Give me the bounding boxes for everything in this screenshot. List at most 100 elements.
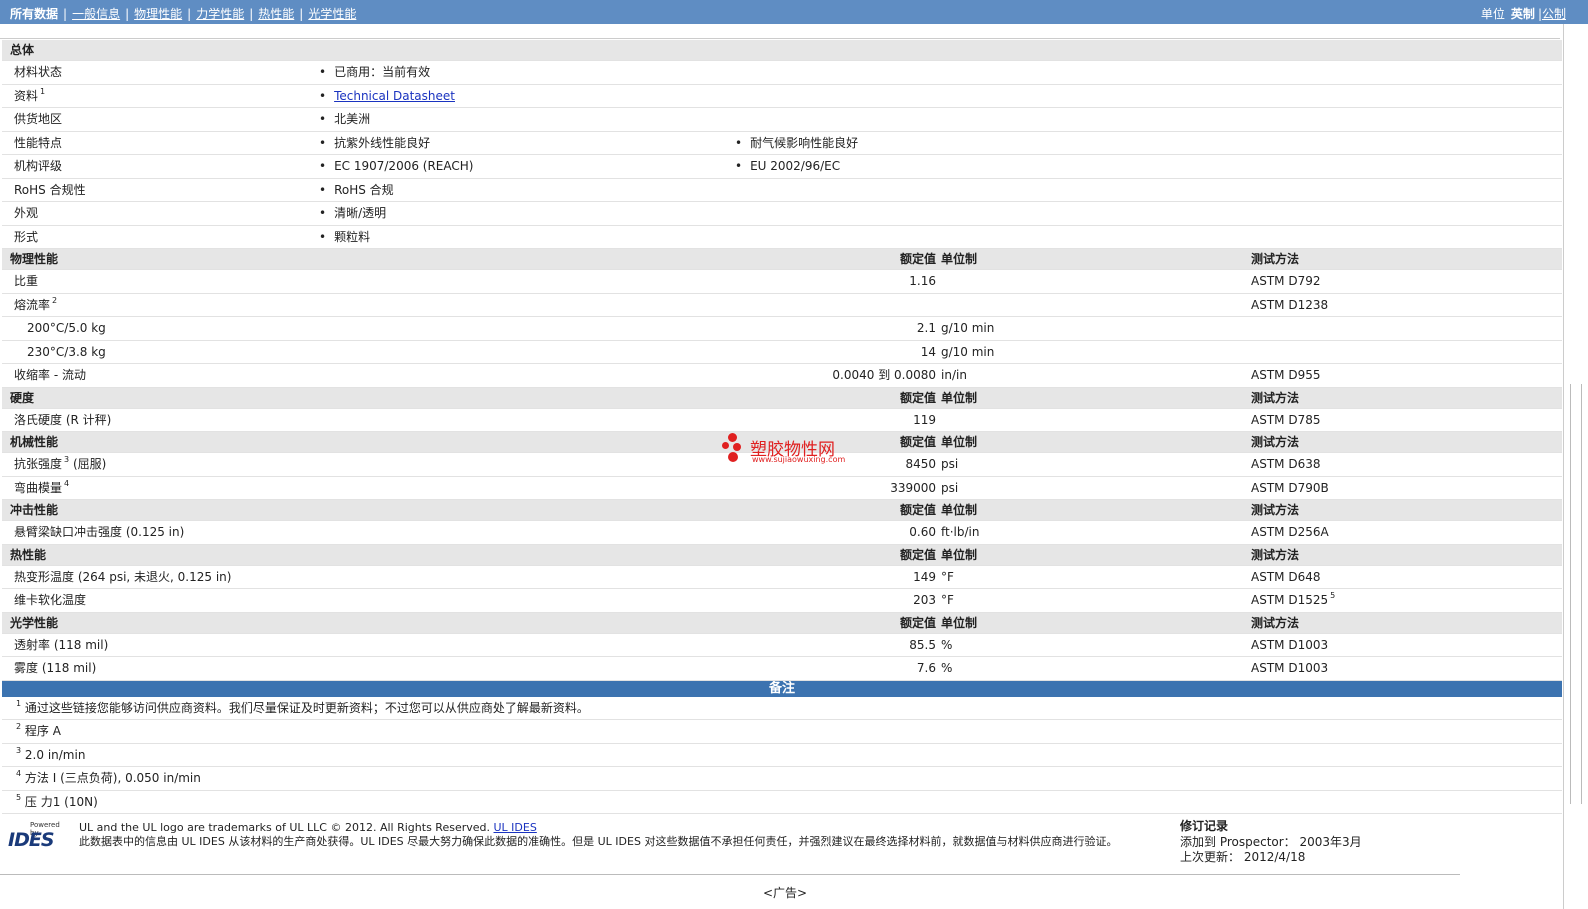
- row-value: • Technical Datasheet: [319, 85, 455, 107]
- tab-separator: |: [63, 7, 68, 21]
- table-row: 性能特点 • 抗紫外线性能良好 • 耐气候影响性能良好: [2, 132, 1562, 155]
- scrollbar-thumb[interactable]: [1570, 384, 1582, 804]
- label-text: 弯曲模量: [14, 480, 63, 495]
- row-value: 0.60: [909, 525, 936, 539]
- row-label: 外观: [14, 206, 39, 220]
- table-row: 雾度 (118 mil) 7.6% ASTM D1003: [2, 657, 1562, 681]
- table-row: 收缩率 - 流动 0.0040 到 0.0080 in/in ASTM D955: [2, 364, 1562, 388]
- revision-updated: 上次更新： 2012/4/18: [1180, 850, 1306, 864]
- row-unit: °F: [941, 593, 954, 607]
- col-header-unit: 单位制: [941, 547, 978, 562]
- footnote-ref: 4: [64, 478, 70, 488]
- footnote-ref: 3: [64, 455, 70, 464]
- row-value: 8450: [905, 457, 936, 471]
- value-text: 颗粒料: [334, 229, 371, 244]
- col-header-value: 额定值: [899, 435, 936, 449]
- units-metric-link[interactable]: 公制: [1542, 7, 1566, 21]
- row-method: ASTM D638: [1251, 457, 1321, 471]
- tab-thermal[interactable]: 热性能: [258, 7, 294, 21]
- row-method: ASTM D1238: [1251, 297, 1329, 312]
- tab-mechanical[interactable]: 力学性能: [196, 7, 244, 21]
- note-number: 5: [16, 792, 22, 802]
- bullet-icon: •: [319, 112, 327, 126]
- note-item: 1 通过这些链接您能够访问供应商资料。我们尽量保证及时更新资料；不过您可以从供应…: [2, 697, 1562, 720]
- row-unit: %: [941, 661, 953, 675]
- row-unit: %: [941, 637, 953, 652]
- bullet-icon: •: [319, 135, 327, 150]
- label-text: 抗张强度: [14, 457, 63, 471]
- row-value: • 颗粒料: [319, 226, 370, 248]
- ides-logo: Powered by IDES: [8, 821, 70, 853]
- units-imperial[interactable]: 英制: [1511, 7, 1535, 21]
- ul-ides-link[interactable]: UL IDES: [494, 821, 537, 834]
- row-value: • EC 1907/2006 (REACH): [319, 155, 473, 177]
- value-text: 已商用：当前有效: [334, 65, 431, 79]
- row-method: ASTM D955: [1251, 368, 1321, 382]
- row-value: 0.0040 到 0.0080: [832, 368, 936, 382]
- trademark-text: UL and the UL logo are trademarks of UL …: [79, 821, 490, 834]
- row-value: 85.5: [909, 637, 936, 652]
- tab-optical[interactable]: 光学性能: [308, 7, 356, 21]
- row-value: • RoHS 合规: [319, 179, 394, 201]
- bullet-icon: •: [319, 229, 327, 244]
- col-header-value: 额定值: [899, 547, 936, 562]
- row-label: 供货地区: [14, 112, 63, 126]
- tab-general-info[interactable]: 一般信息: [72, 7, 120, 21]
- row-value: • 清晰/透明: [319, 202, 386, 224]
- revision-added: 添加到 Prospector： 2003年3月: [1180, 834, 1362, 849]
- row-unit: psi: [941, 480, 959, 495]
- value-text: 耐气候影响性能良好: [750, 135, 859, 150]
- col-header-method: 测试方法: [1251, 390, 1300, 405]
- note-item: 4 方法 I (三点负荷), 0.050 in/min: [2, 767, 1562, 791]
- section-header-general: 总体: [2, 40, 1562, 61]
- value-text: 北美洲: [334, 112, 371, 126]
- revision-history: 修订记录 添加到 Prospector： 2003年3月 上次更新： 2012/…: [1180, 819, 1362, 866]
- row-value: 14: [920, 344, 936, 359]
- table-row: 熔流率 2 ASTM D1238: [2, 294, 1562, 317]
- section-title: 物理性能: [10, 252, 59, 266]
- row-label: 雾度 (118 mil): [14, 661, 97, 675]
- note-number: 2: [16, 722, 22, 731]
- col-header-unit: 单位制: [941, 503, 978, 517]
- col-header-method: 测试方法: [1251, 435, 1300, 449]
- table-row: 透射率 (118 mil) 85.5% ASTM D1003: [2, 634, 1562, 657]
- bullet-icon: •: [319, 65, 327, 79]
- bullet-icon: •: [735, 159, 743, 173]
- section-title: 总体: [10, 43, 35, 57]
- note-text: 压 力1 (10N): [24, 794, 98, 809]
- col-header-value: 额定值: [899, 390, 936, 405]
- footnote-ref: 1: [40, 86, 46, 96]
- vertical-scrollbar[interactable]: [1563, 24, 1588, 909]
- note-text: 2.0 in/min: [24, 747, 86, 762]
- tab-physical[interactable]: 物理性能: [134, 7, 182, 21]
- col-header-unit: 单位制: [941, 252, 978, 266]
- col-header-value: 额定值: [899, 503, 936, 517]
- table-row: 悬臂梁缺口冲击强度 (0.125 in) 0.60 ft·lb/in ASTM D25…: [2, 521, 1562, 545]
- ad-label: <广告>: [763, 886, 808, 900]
- table-row: 230°C/3.8 kg 14 g/10 min: [2, 341, 1562, 364]
- units-switcher: 单位 英制 |公制: [1481, 5, 1566, 22]
- label-text: 资料: [14, 88, 39, 103]
- row-unit: g/10 min: [941, 344, 995, 359]
- row-unit: in/in: [941, 368, 967, 382]
- row-label: RoHS 合规性: [14, 182, 86, 197]
- col-header-method: 测试方法: [1251, 547, 1300, 562]
- row-unit: ft·lb/in: [941, 525, 980, 539]
- note-item: 3 2.0 in/min: [2, 744, 1562, 767]
- tab-strip: 所有数据 | 一般信息 | 物理性能 | 力学性能 | 热性能 | 光学性能: [10, 5, 356, 22]
- table-row: 供货地区 • 北美洲: [2, 108, 1562, 132]
- col-header-method: 测试方法: [1251, 503, 1300, 517]
- row-method: ASTM D1003: [1251, 661, 1329, 675]
- top-nav-bar: 所有数据 | 一般信息 | 物理性能 | 力学性能 | 热性能 | 光学性能 单位 英制 |公制: [0, 0, 1588, 24]
- table-row: 形式 • 颗粒料: [2, 226, 1562, 249]
- col-header-unit: 单位制: [941, 390, 978, 405]
- table-row: 200°C/5.0 kg 2.1 g/10 min: [2, 317, 1562, 341]
- col-header-method: 测试方法: [1251, 252, 1300, 266]
- watermark-dots-icon: [722, 433, 746, 465]
- row-unit: g/10 min: [941, 321, 995, 335]
- tab-all-data[interactable]: 所有数据: [10, 7, 58, 21]
- logo-text: IDES: [8, 829, 55, 851]
- col-header-value: 额定值: [899, 252, 936, 266]
- watermark-logo: 塑胶物性网 www.sujiaowuxing.com: [722, 433, 852, 465]
- technical-datasheet-link[interactable]: Technical Datasheet: [334, 89, 455, 103]
